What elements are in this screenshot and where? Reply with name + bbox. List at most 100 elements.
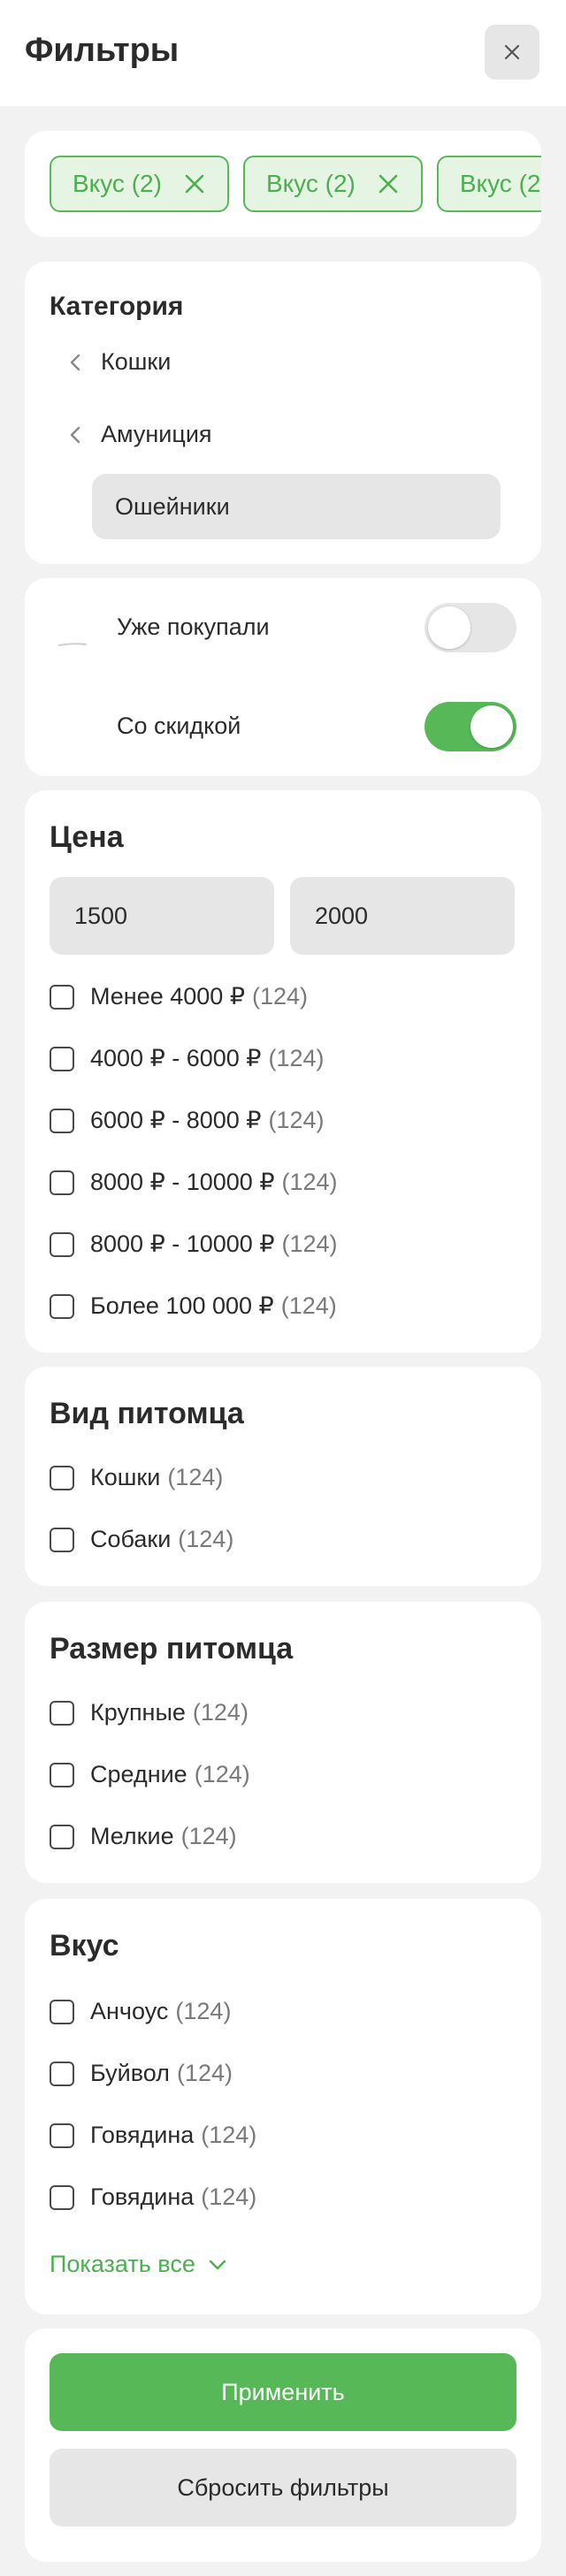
filters-header: Фильтры: [0, 0, 566, 106]
option-label: Средние: [90, 1761, 187, 1787]
toggles-card: Уже покупали Со скидкой: [25, 578, 541, 776]
reset-filters-button[interactable]: Сбросить фильтры: [50, 2449, 516, 2526]
pet-type-option[interactable]: Собаки (124): [50, 1526, 233, 1553]
checkbox[interactable]: [50, 1170, 74, 1195]
category-selected-item[interactable]: Ошейники: [92, 474, 501, 539]
close-button[interactable]: [485, 25, 539, 80]
option-label: Менее 4000 ₽: [90, 983, 245, 1010]
checkbox[interactable]: [50, 1046, 74, 1071]
option-count: (124): [192, 1699, 249, 1726]
show-all-link[interactable]: Показать все: [50, 2251, 227, 2278]
filter-tag-label: Вкус (2): [73, 170, 162, 197]
option-count: (124): [176, 2060, 233, 2086]
taste-card: Вкус Анчоус (124) Буйвол (124) Говядина …: [25, 1899, 541, 2314]
option-count: (124): [194, 1761, 250, 1787]
selected-filters-card: Вкус (2) Вкус (2) Вкус (2): [25, 131, 541, 237]
taste-title: Вкус: [50, 1929, 119, 1962]
taste-option[interactable]: Говядина (124): [50, 2184, 256, 2211]
option-count: (124): [201, 2184, 257, 2210]
option-label: Говядина: [90, 2122, 195, 2148]
option-count: (124): [175, 1998, 232, 2024]
taste-option[interactable]: Анчоус (124): [50, 1998, 231, 2025]
option-count: (124): [280, 1292, 337, 1319]
option-label: 4000 ₽ - 6000 ₽: [90, 1045, 262, 1071]
apply-button[interactable]: Применить: [50, 2353, 516, 2431]
option-label: Крупные: [90, 1699, 186, 1726]
price-min-input[interactable]: 1500: [50, 877, 274, 955]
price-title: Цена: [50, 820, 124, 854]
price-option[interactable]: 8000 ₽ - 10000 ₽ (124): [50, 1169, 338, 1196]
category-level-cats[interactable]: Кошки: [69, 348, 171, 376]
actions-card: Применить Сбросить фильтры: [25, 2328, 541, 2562]
filter-tag-label: Вкус (2): [459, 170, 541, 197]
option-label: 8000 ₽ - 10000 ₽: [90, 1231, 275, 1257]
option-label: Анчоус: [90, 1998, 169, 2024]
checkbox[interactable]: [50, 1527, 74, 1552]
price-option[interactable]: Более 100 000 ₽ (124): [50, 1292, 337, 1320]
option-label: Собаки: [90, 1526, 172, 1552]
option-label: Мелкие: [90, 1823, 174, 1849]
price-option[interactable]: 8000 ₽ - 10000 ₽ (124): [50, 1231, 338, 1258]
checkbox[interactable]: [50, 2123, 74, 2148]
checkbox[interactable]: [50, 1762, 74, 1787]
checkbox[interactable]: [50, 1231, 74, 1257]
chevron-left-icon: [70, 426, 80, 443]
pet-size-card: Размер питомца Крупные (124) Средние (12…: [25, 1602, 541, 1883]
category-card: Категория Кошки Амуниция Ошейники: [25, 262, 541, 564]
option-count: (124): [281, 1231, 338, 1257]
price-option[interactable]: Менее 4000 ₽ (124): [50, 983, 308, 1010]
option-label: Более 100 000 ₽: [90, 1292, 274, 1319]
show-all-label: Показать все: [50, 2251, 195, 2277]
filter-tag[interactable]: Вкус (2): [242, 156, 423, 212]
filter-tag[interactable]: Вкус (2): [50, 156, 229, 212]
page-title: Фильтры: [25, 32, 180, 69]
pet-size-option[interactable]: Мелкие (124): [50, 1823, 237, 1850]
checkbox[interactable]: [50, 1824, 74, 1849]
price-card: Цена 1500 2000 Менее 4000 ₽ (124) 4000 ₽…: [25, 790, 541, 1353]
checkbox[interactable]: [50, 1700, 74, 1726]
price-option[interactable]: 6000 ₽ - 8000 ₽ (124): [50, 1107, 325, 1134]
pet-size-title: Размер питомца: [50, 1632, 294, 1665]
checkbox[interactable]: [50, 1293, 74, 1319]
purchased-icon: [57, 643, 88, 646]
option-count: (124): [201, 2122, 257, 2148]
checkbox[interactable]: [50, 2061, 74, 2086]
pet-size-option[interactable]: Крупные (124): [50, 1699, 249, 1726]
filter-tag[interactable]: Вкус (2): [436, 156, 541, 212]
category-title: Категория: [50, 292, 184, 321]
option-count: (124): [281, 1169, 338, 1195]
checkbox[interactable]: [50, 2184, 74, 2210]
pet-size-option[interactable]: Средние (124): [50, 1761, 250, 1788]
chevron-left-icon: [70, 354, 80, 370]
purchased-toggle[interactable]: [424, 603, 516, 652]
option-label: 8000 ₽ - 10000 ₽: [90, 1169, 275, 1195]
pet-type-option[interactable]: Кошки (124): [50, 1464, 223, 1491]
option-label: Кошки: [90, 1464, 161, 1490]
option-count: (124): [180, 1823, 237, 1849]
taste-option[interactable]: Буйвол (124): [50, 2060, 233, 2087]
pet-type-title: Вид питомца: [50, 1397, 244, 1430]
option-count: (124): [252, 983, 309, 1010]
checkbox[interactable]: [50, 1999, 74, 2024]
discount-toggle[interactable]: [424, 702, 516, 751]
option-count: (124): [167, 1464, 224, 1490]
option-label: Буйвол: [90, 2060, 170, 2086]
remove-tag-icon[interactable]: [183, 172, 206, 195]
price-option[interactable]: 4000 ₽ - 6000 ₽ (124): [50, 1045, 325, 1072]
checkbox[interactable]: [50, 1108, 74, 1133]
category-level-label: Кошки: [101, 348, 172, 375]
checkbox[interactable]: [50, 1465, 74, 1490]
option-label: 6000 ₽ - 8000 ₽: [90, 1107, 262, 1133]
option-count: (124): [268, 1045, 325, 1071]
selected-tags-row: Вкус (2) Вкус (2) Вкус (2): [50, 156, 541, 212]
checkbox[interactable]: [50, 984, 74, 1010]
close-icon: [504, 44, 520, 60]
remove-tag-icon[interactable]: [377, 172, 400, 195]
toggle-label-discount: Со скидкой: [117, 713, 241, 739]
chevron-down-icon: [209, 2260, 226, 2269]
taste-option[interactable]: Говядина (124): [50, 2122, 256, 2149]
price-max-input[interactable]: 2000: [290, 877, 515, 955]
category-level-ammunition[interactable]: Амуниция: [69, 421, 212, 448]
toggle-knob: [428, 606, 470, 649]
filter-tag-label: Вкус (2): [265, 170, 356, 197]
